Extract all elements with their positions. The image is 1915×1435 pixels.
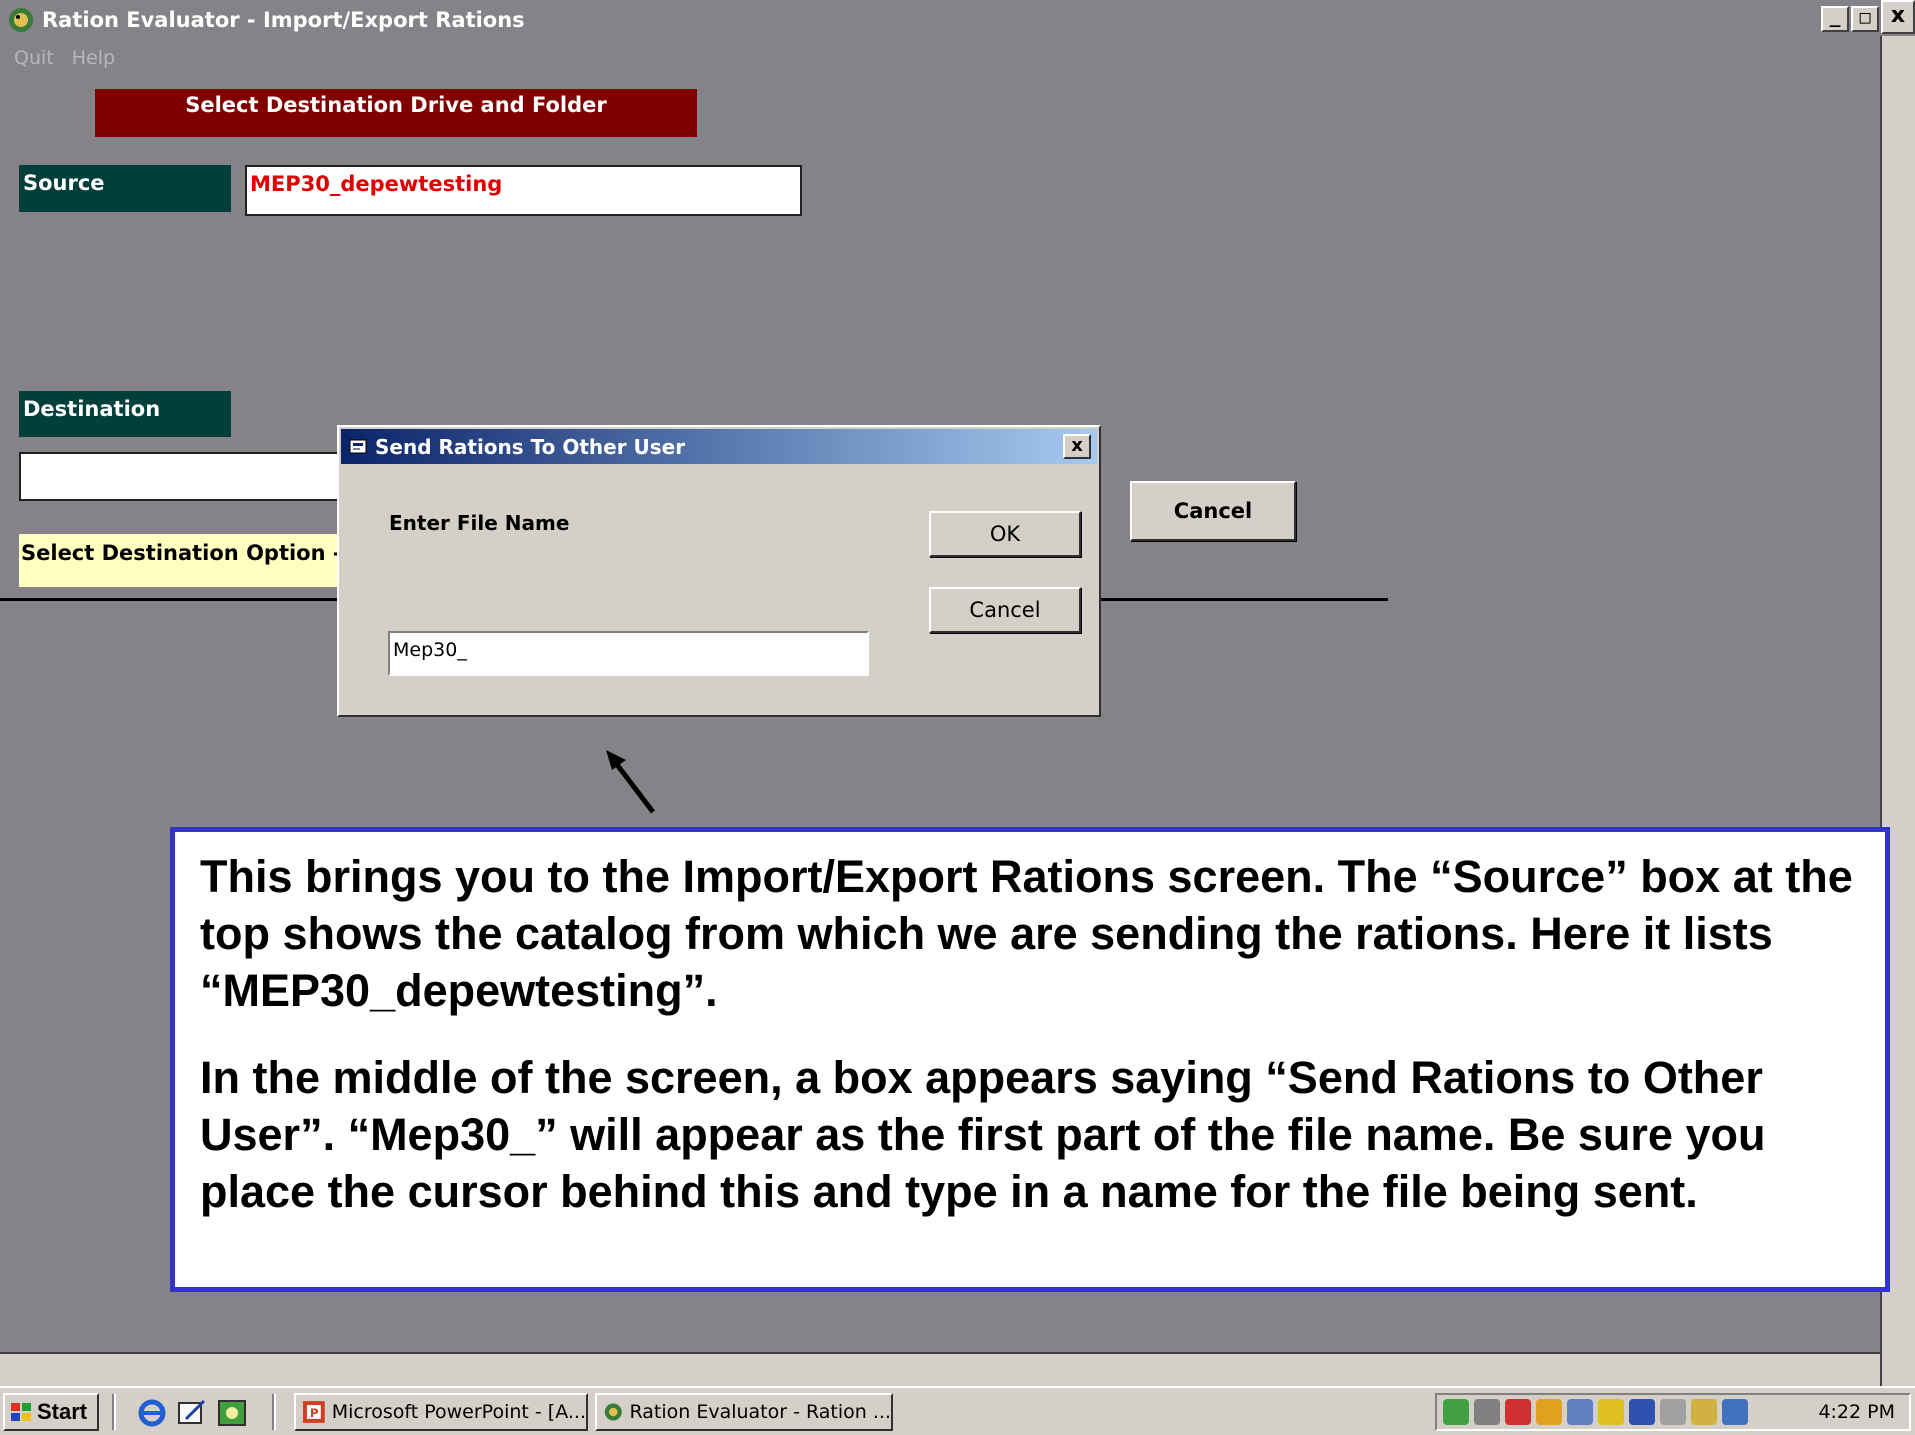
menu-bar: Quit Help [0, 40, 1880, 75]
pointer-arrow-icon [606, 750, 655, 814]
dialog-close-button[interactable]: x [1063, 434, 1091, 459]
dialog-title: Send Rations To Other User [375, 434, 686, 459]
task-powerpoint[interactable]: P Microsoft PowerPoint - [A... [294, 1393, 588, 1431]
tray-volume-icon[interactable] [1474, 1399, 1500, 1425]
main-cancel-button[interactable]: Cancel [1130, 481, 1296, 541]
outer-close-button[interactable]: x [1881, 0, 1915, 34]
dialog-titlebar: Send Rations To Other User x [341, 429, 1097, 464]
destination-label: Destination [19, 391, 231, 437]
clock: 4:22 PM [1818, 1401, 1895, 1423]
tray-connection-icon[interactable] [1722, 1399, 1748, 1425]
start-button[interactable]: Start [3, 1393, 99, 1431]
taskbar: Start P Microsoft PowerPoint - [A... Rat… [0, 1386, 1915, 1435]
annotation-callout: This brings you to the Import/Export Rat… [170, 827, 1890, 1292]
tray-monitor-icon[interactable] [1629, 1399, 1655, 1425]
outlook-express-icon[interactable] [176, 1397, 208, 1429]
dialog-prompt: Enter File Name [389, 511, 570, 535]
minimize-button[interactable]: _ [1821, 6, 1849, 32]
task-label: Microsoft PowerPoint - [A... [331, 1401, 586, 1423]
ration-evaluator-icon [604, 1403, 622, 1421]
task-ration-evaluator[interactable]: Ration Evaluator - Ration ... [595, 1393, 893, 1431]
ration-evaluator-icon [9, 8, 33, 32]
file-name-input[interactable]: Mep30_ [388, 631, 869, 676]
start-label: Start [37, 1399, 88, 1424]
svg-text:P: P [310, 1406, 319, 1420]
tray-update-icon[interactable] [1536, 1399, 1562, 1425]
ok-button[interactable]: OK [929, 511, 1081, 557]
menu-quit[interactable]: Quit [14, 47, 54, 69]
tray-antivirus-icon[interactable] [1505, 1399, 1531, 1425]
tray-messenger-icon[interactable] [1691, 1399, 1717, 1425]
tray-notify-icon[interactable] [1598, 1399, 1624, 1425]
show-desktop-icon[interactable] [216, 1397, 248, 1429]
dialog-app-icon [349, 439, 367, 453]
window-titlebar: Ration Evaluator - Import/Export Rations [0, 0, 1880, 40]
annotation-paragraph-1: This brings you to the Import/Export Rat… [200, 851, 1853, 1016]
task-label: Ration Evaluator - Ration ... [629, 1401, 891, 1423]
annotation-paragraph-2: In the middle of the screen, a box appea… [200, 1052, 1766, 1217]
window-title: Ration Evaluator - Import/Export Rations [42, 8, 525, 32]
windows-logo-icon [11, 1403, 31, 1421]
maximize-button[interactable]: □ [1851, 6, 1879, 32]
destination-field[interactable] [19, 452, 349, 501]
window-bottom-strip [0, 1352, 1880, 1386]
taskbar-separator [272, 1394, 276, 1430]
menu-help[interactable]: Help [72, 47, 115, 69]
dialog-cancel-button[interactable]: Cancel [929, 587, 1081, 633]
system-tray: 4:22 PM [1435, 1393, 1911, 1431]
send-rations-dialog: Send Rations To Other User x Enter File … [337, 425, 1101, 717]
header-banner: Select Destination Drive and Folder [95, 89, 697, 137]
destination-option[interactable]: Select Destination Option - se [19, 534, 349, 587]
tray-network-icon[interactable] [1443, 1399, 1469, 1425]
source-field: MEP30_depewtesting [245, 165, 802, 216]
tray-settings-icon[interactable] [1660, 1399, 1686, 1425]
source-label: Source [19, 165, 231, 212]
powerpoint-icon: P [302, 1401, 325, 1423]
tray-sync-icon[interactable] [1567, 1399, 1593, 1425]
taskbar-separator [112, 1394, 116, 1430]
internet-explorer-icon[interactable] [136, 1397, 168, 1429]
